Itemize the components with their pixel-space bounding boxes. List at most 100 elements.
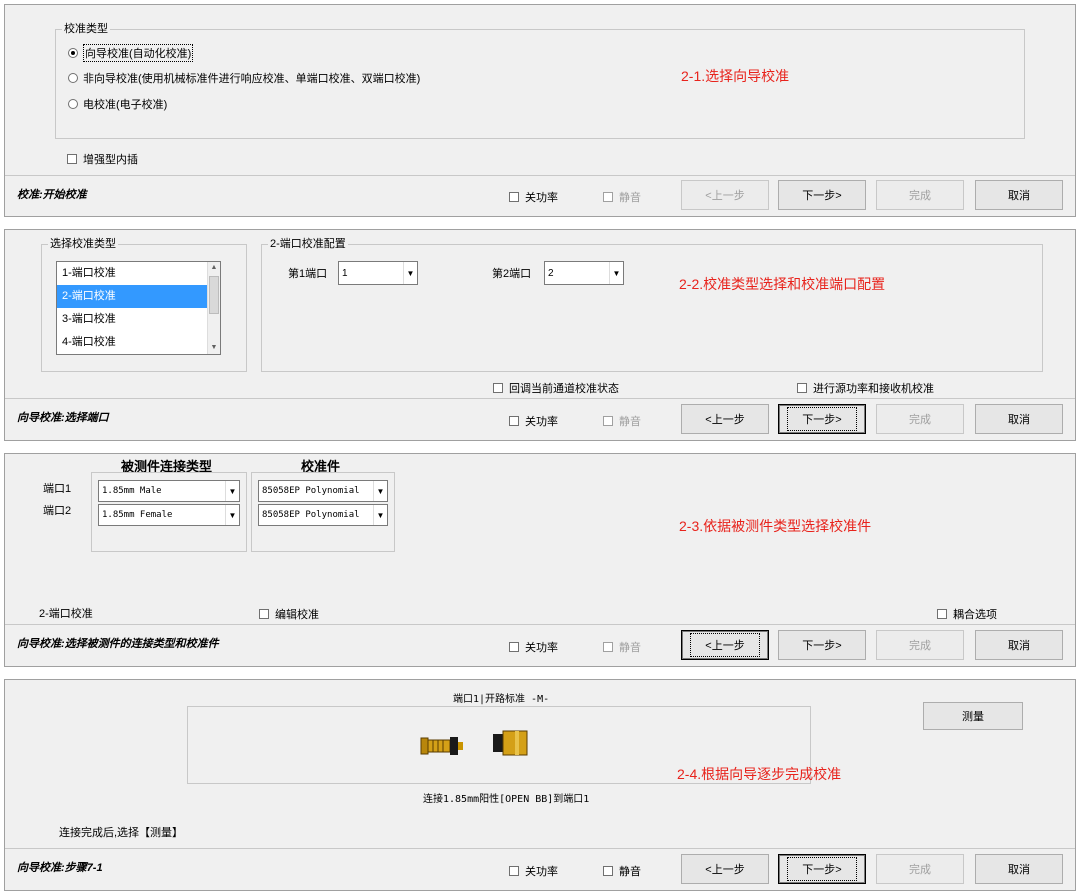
finish-button[interactable]: 完成 [876,404,964,434]
cancel-button-label: 取消 [1008,190,1030,202]
scroll-thumb[interactable] [209,276,219,314]
after-connect-text: 连接完成后,选择【测量】 [59,827,184,839]
mute-label: 静音 [619,192,641,204]
mute-checkbox[interactable]: 静音 [603,189,641,205]
divider [5,848,1075,849]
step-title: 端口1|开路标准 -M- [453,694,550,705]
power-off-label: 关功率 [525,416,558,428]
edit-cal-label: 编辑校准 [275,609,319,621]
port2-conn-select[interactable]: 1.85mm Female ▼ [98,504,240,526]
next-button[interactable]: 下一步> [778,854,866,884]
open-standard-male-icon [420,737,463,755]
next-button[interactable]: 下一步> [778,180,866,210]
port1-select[interactable]: 1 ▼ [338,261,418,285]
prev-button[interactable]: <上一步 [681,180,769,210]
next-button-label: 下一步> [787,857,857,881]
next-button[interactable]: 下一步> [778,630,866,660]
divider [5,398,1075,399]
power-off-label: 关功率 [525,866,558,878]
radio-non-guided[interactable]: 非向导校准(使用机械标准件进行响应校准、单端口校准、双端口校准) [68,70,420,86]
divider [5,624,1075,625]
chevron-down-icon: ▼ [373,481,387,501]
mute-checkbox[interactable]: 静音 [603,413,641,429]
checkbox-icon [259,609,269,619]
port1-kit-select[interactable]: 85058EP Polynomial ▼ [258,480,388,502]
edit-cal-checkbox[interactable]: 编辑校准 [259,606,319,622]
power-off-checkbox[interactable]: 关功率 [509,189,558,205]
recall-state-label: 回调当前通道校准状态 [509,383,619,395]
coupling-label: 耦合选项 [953,609,997,621]
power-off-checkbox[interactable]: 关功率 [509,413,558,429]
enhanced-interp-label: 增强型内插 [83,154,138,166]
prev-button[interactable]: <上一步 [681,630,769,660]
coupling-checkbox[interactable]: 耦合选项 [937,606,997,622]
port2-conn-value: 1.85mm Female [102,510,173,520]
scroll-up-icon[interactable]: ▲ [208,262,220,274]
finish-button[interactable]: 完成 [876,630,964,660]
next-button-label: 下一步> [802,190,842,202]
checkbox-icon [937,609,947,619]
next-button[interactable]: 下一步> [778,404,866,434]
next-button-label: 下一步> [787,407,857,431]
src-power-cal-label: 进行源功率和接收机校准 [813,383,934,395]
cal-type-listbox[interactable]: 1-端口校准 2-端口校准 3-端口校准 4-端口校准 ▲ ▼ [56,261,221,355]
checkbox-icon [67,154,77,164]
radio-ecal[interactable]: 电校准(电子校准) [68,96,167,112]
mute-checkbox[interactable]: 静音 [603,639,641,655]
mute-label: 静音 [619,416,641,428]
checkbox-icon [603,642,613,652]
cancel-button[interactable]: 取消 [975,630,1063,660]
port2-select[interactable]: 2 ▼ [544,261,624,285]
recall-state-checkbox[interactable]: 回调当前通道校准状态 [493,380,619,396]
port1-label: 端口1 [43,483,72,495]
cancel-button-label: 取消 [1008,414,1030,426]
checkbox-icon [509,866,519,876]
cal-type-group-title: 校准类型 [62,22,110,36]
mute-checkbox[interactable]: 静音 [603,863,641,879]
checkbox-icon [603,192,613,202]
port1-kit-value: 85058EP Polynomial [262,486,360,496]
listbox-scrollbar[interactable]: ▲ ▼ [207,262,220,354]
status-text: 校准:开始校准 [17,189,87,201]
checkbox-icon [493,383,503,393]
finish-button[interactable]: 完成 [876,180,964,210]
enhanced-interp-checkbox[interactable]: 增强型内插 [67,151,138,167]
radio-guided[interactable]: 向导校准(自动化校准) [68,44,194,62]
cancel-button[interactable]: 取消 [975,854,1063,884]
port2-kit-value: 85058EP Polynomial [262,510,360,520]
prev-button[interactable]: <上一步 [681,854,769,884]
power-off-checkbox[interactable]: 关功率 [509,863,558,879]
finish-button[interactable]: 完成 [876,854,964,884]
prev-button[interactable]: <上一步 [681,404,769,434]
connect-instruction: 连接1.85mm阳性[OPEN BB]到端口1 [423,794,590,805]
cal-mode-label: 2-端口校准 [39,608,93,620]
list-item[interactable]: 4-端口校准 [57,331,220,354]
open-standard-female-icon [493,730,528,756]
chevron-down-icon: ▼ [403,262,417,284]
port1-conn-select[interactable]: 1.85mm Male ▼ [98,480,240,502]
annotation-2-2: 2-2.校准类型选择和校准端口配置 [679,276,886,292]
prev-button-label: <上一步 [705,190,745,202]
scroll-down-icon[interactable]: ▼ [208,342,220,354]
measure-button[interactable]: 测量 [923,702,1023,730]
port2-label: 第2端口 [492,268,532,280]
prev-button-label: <上一步 [705,414,745,426]
list-item[interactable]: 3-端口校准 [57,308,220,331]
checkbox-icon [603,866,613,876]
cancel-button[interactable]: 取消 [975,180,1063,210]
chevron-down-icon: ▼ [373,505,387,525]
port2-kit-select[interactable]: 85058EP Polynomial ▼ [258,504,388,526]
cancel-button[interactable]: 取消 [975,404,1063,434]
power-off-label: 关功率 [525,192,558,204]
status-text: 向导校准:选择被测件的连接类型和校准件 [17,638,219,650]
src-power-cal-checkbox[interactable]: 进行源功率和接收机校准 [797,380,934,396]
checkbox-icon [509,642,519,652]
checkbox-icon [509,192,519,202]
power-off-checkbox[interactable]: 关功率 [509,639,558,655]
list-item[interactable]: 2-端口校准 [57,285,220,308]
mute-label: 静音 [619,642,641,654]
cancel-button-label: 取消 [1008,640,1030,652]
finish-button-label: 完成 [909,190,931,202]
list-item[interactable]: 1-端口校准 [57,262,220,285]
select-type-group-title: 选择校准类型 [48,237,118,251]
